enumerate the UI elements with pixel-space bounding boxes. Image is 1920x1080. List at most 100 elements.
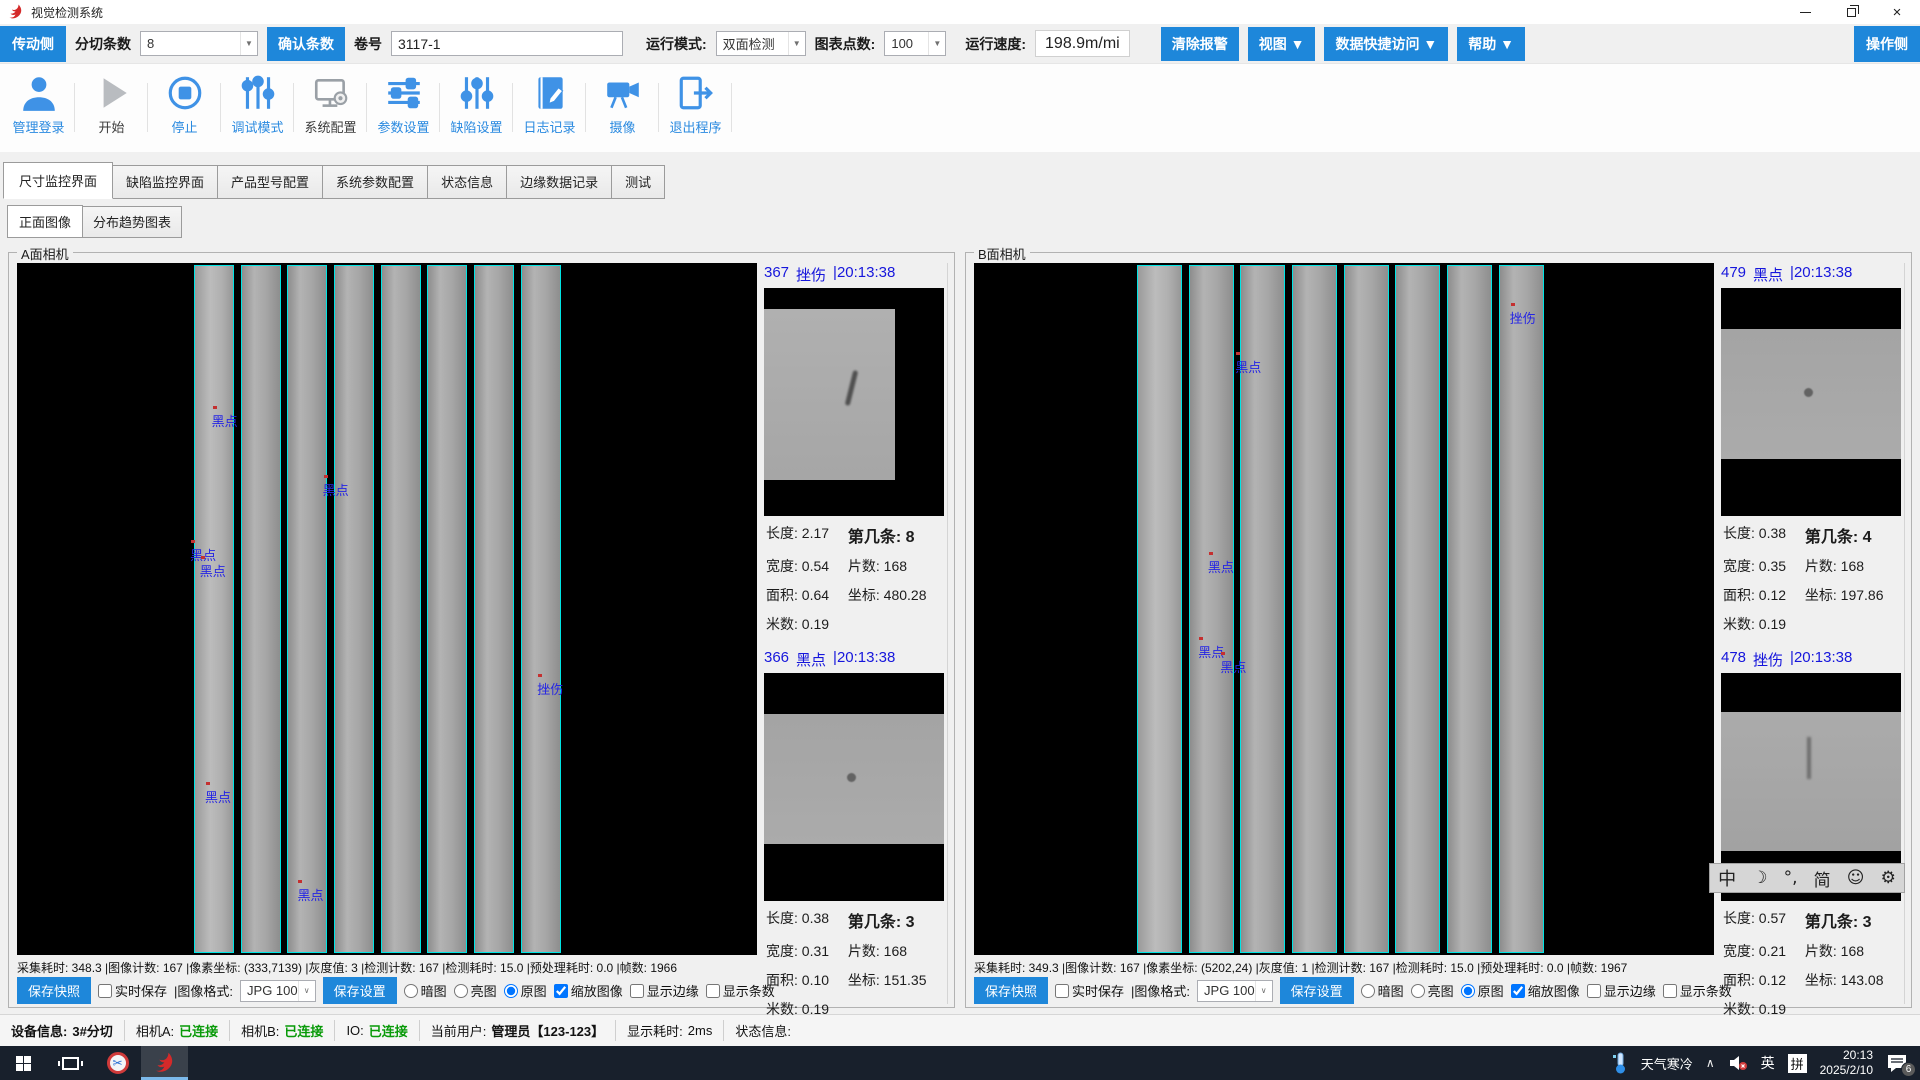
save-settings-button[interactable]: 保存设置 bbox=[1280, 977, 1354, 1004]
system-tray: 天气寒冷 ∧ 英 拼 20:13 2025/2/10 6 bbox=[1612, 1046, 1920, 1080]
image-controls: 保存快照 实时保存 |图像格式: JPG 100 ∨ 保存设置 暗图 亮图 原图… bbox=[974, 977, 1714, 1004]
save-snapshot-button[interactable]: 保存快照 bbox=[974, 977, 1048, 1004]
restore-button[interactable] bbox=[1828, 0, 1874, 24]
thermometer-icon bbox=[1612, 1052, 1628, 1074]
image-format-label: |图像格式: bbox=[174, 981, 233, 1000]
run-mode-select[interactable]: 双面检测 ▼ bbox=[716, 31, 806, 56]
defect-card[interactable]: 366 黑点 |20:13:38 长度: 0.38 第几条: 3 宽度: 0.3… bbox=[764, 648, 944, 1021]
save-snapshot-button[interactable]: 保存快照 bbox=[17, 977, 91, 1004]
defect-width: 0.35 bbox=[1759, 558, 1786, 574]
taskbar-clock[interactable]: 20:13 2025/2/10 bbox=[1820, 1048, 1873, 1078]
start-button[interactable] bbox=[0, 1046, 47, 1080]
zoom-image-checkbox[interactable] bbox=[554, 984, 568, 998]
param-settings-button[interactable]: 参数设置 bbox=[367, 70, 440, 150]
ime-emoji-icon[interactable]: ☺ bbox=[1847, 868, 1865, 888]
exit-program-button[interactable]: 退出程序 bbox=[659, 70, 732, 150]
camera-image-b[interactable]: 黑点挫伤黑点黑点黑点 bbox=[974, 263, 1714, 955]
camera-image-a[interactable]: 黑点黑点黑点黑点挫伤黑点黑点 bbox=[17, 263, 757, 955]
confirm-count-button[interactable]: 确认条数 bbox=[267, 27, 345, 61]
view-menu-button[interactable]: 视图 ▼ bbox=[1248, 27, 1316, 61]
camera-a-status: 已连接 bbox=[179, 1021, 218, 1040]
volume-muted-button[interactable] bbox=[1728, 1055, 1748, 1071]
ime-language-bar[interactable]: 中 ☽ °, 简 ☺ ⚙ bbox=[1709, 863, 1905, 893]
defect-list-column: 479 黑点 |20:13:38 长度: 0.38 第几条: 4 宽度: 0.3… bbox=[1721, 263, 1905, 1004]
subtab-front-image[interactable]: 正面图像 bbox=[7, 205, 83, 238]
defect-area: 0.12 bbox=[1759, 587, 1786, 603]
save-settings-button[interactable]: 保存设置 bbox=[323, 977, 397, 1004]
defect-time: |20:13:38 bbox=[833, 264, 895, 285]
tab-size-monitor[interactable]: 尺寸监控界面 bbox=[3, 162, 113, 199]
close-button[interactable]: × bbox=[1874, 0, 1920, 24]
tab-edge-data-record[interactable]: 边缘数据记录 bbox=[506, 165, 612, 199]
show-edge-checkbox[interactable] bbox=[1587, 984, 1601, 998]
ime-halfmoon-icon[interactable]: ☽ bbox=[1752, 868, 1767, 888]
help-menu-button[interactable]: 帮助 ▼ bbox=[1457, 27, 1525, 61]
ime-punctuation-icon[interactable]: °, bbox=[1784, 868, 1798, 888]
stop-button[interactable]: 停止 bbox=[148, 70, 221, 150]
zoom-image-checkbox[interactable] bbox=[1511, 984, 1525, 998]
chart-points-select[interactable]: 100 ▼ bbox=[884, 31, 946, 56]
system-config-button[interactable]: 系统配置 bbox=[294, 70, 367, 150]
tab-product-model-config[interactable]: 产品型号配置 bbox=[217, 165, 323, 199]
vertical-sliders-icon bbox=[457, 73, 497, 113]
tab-system-param-config[interactable]: 系统参数配置 bbox=[322, 165, 428, 199]
tab-status-info[interactable]: 状态信息 bbox=[427, 165, 507, 199]
tab-test[interactable]: 测试 bbox=[611, 165, 665, 199]
defect-meters: 0.19 bbox=[802, 1001, 829, 1017]
app-status-bar: 设备信息:3#分切 相机A:已连接 相机B:已连接 IO:已连接 当前用户:管理… bbox=[0, 1014, 1920, 1046]
debug-mode-button[interactable]: 调试模式 bbox=[221, 70, 294, 150]
show-strip-count-checkbox[interactable] bbox=[706, 984, 720, 998]
vision-app-taskbar-button[interactable] bbox=[141, 1046, 188, 1080]
realtime-save-checkbox[interactable] bbox=[1055, 984, 1069, 998]
steel-strip bbox=[1292, 265, 1337, 953]
ime-indicator[interactable]: 拼 bbox=[1788, 1054, 1807, 1073]
dark-image-radio[interactable] bbox=[404, 984, 418, 998]
ime-settings-gear-icon[interactable]: ⚙ bbox=[1881, 868, 1896, 888]
ime-simplified-mode[interactable]: 简 bbox=[1814, 866, 1831, 891]
log-record-button[interactable]: 日志记录 bbox=[513, 70, 586, 150]
show-strip-count-checkbox[interactable] bbox=[1663, 984, 1677, 998]
defect-pieces: 168 bbox=[884, 943, 907, 959]
camera-column: 黑点挫伤黑点黑点黑点 采集耗时: 349.3 |图像计数: 167 |像素坐标:… bbox=[974, 263, 1714, 1004]
dark-image-radio[interactable] bbox=[1361, 984, 1375, 998]
defect-card[interactable]: 479 黑点 |20:13:38 长度: 0.38 第几条: 4 宽度: 0.3… bbox=[1721, 263, 1901, 636]
ime-chinese-mode[interactable]: 中 bbox=[1718, 865, 1736, 891]
realtime-save-checkbox[interactable] bbox=[98, 984, 112, 998]
original-image-radio[interactable] bbox=[504, 984, 518, 998]
slice-count-select[interactable]: 8 ▼ bbox=[140, 31, 258, 56]
operator-side-button[interactable]: 操作侧 bbox=[1854, 26, 1920, 62]
window-controls: × bbox=[1782, 0, 1920, 24]
camera-button[interactable]: 摄像 bbox=[586, 70, 659, 150]
original-image-radio[interactable] bbox=[1461, 984, 1475, 998]
tray-expand-chevron-icon[interactable]: ∧ bbox=[1706, 1056, 1715, 1070]
steel-surface bbox=[1721, 712, 1901, 851]
defect-settings-button[interactable]: 缺陷设置 bbox=[440, 70, 513, 150]
subtab-trend-chart[interactable]: 分布趋势图表 bbox=[82, 206, 182, 238]
action-center-button[interactable]: 6 bbox=[1886, 1053, 1908, 1073]
roll-number-input[interactable] bbox=[391, 31, 623, 56]
admin-login-button[interactable]: 管理登录 bbox=[2, 70, 75, 150]
image-format-select[interactable]: JPG 100 ∨ bbox=[1197, 980, 1273, 1002]
drive-side-button[interactable]: 传动侧 bbox=[0, 26, 66, 62]
run-speed-value: 198.9m/mi bbox=[1035, 30, 1130, 57]
language-indicator[interactable]: 英 bbox=[1761, 1053, 1775, 1073]
minimize-button[interactable] bbox=[1782, 0, 1828, 24]
bright-image-radio[interactable] bbox=[1411, 984, 1425, 998]
quick-access-menu-button[interactable]: 数据快捷访问 ▼ bbox=[1324, 27, 1448, 61]
defect-area: 0.64 bbox=[802, 587, 829, 603]
clear-alarm-button[interactable]: 清除报警 bbox=[1161, 27, 1239, 61]
defect-card[interactable]: 367 挫伤 |20:13:38 长度: 2.17 第几条: 8 宽度: 0.5… bbox=[764, 263, 944, 636]
image-format-select[interactable]: JPG 100 ∨ bbox=[240, 980, 316, 1002]
snipping-tool-button[interactable]: ✂ bbox=[94, 1046, 141, 1080]
defect-card[interactable]: 478 挫伤 |20:13:38 长度: 0.57 第几条: 3 宽度: 0.2… bbox=[1721, 648, 1901, 1021]
show-edge-checkbox[interactable] bbox=[630, 984, 644, 998]
tab-defect-monitor[interactable]: 缺陷监控界面 bbox=[112, 165, 218, 199]
steel-strip bbox=[1395, 265, 1440, 953]
task-view-button[interactable] bbox=[47, 1046, 94, 1080]
current-user-value: 管理员【123-123】 bbox=[491, 1021, 604, 1040]
weather-text[interactable]: 天气寒冷 bbox=[1641, 1054, 1693, 1073]
bright-image-radio[interactable] bbox=[454, 984, 468, 998]
steel-surface bbox=[764, 309, 895, 480]
defect-id: 479 bbox=[1721, 264, 1746, 285]
start-button[interactable]: 开始 bbox=[75, 70, 148, 150]
